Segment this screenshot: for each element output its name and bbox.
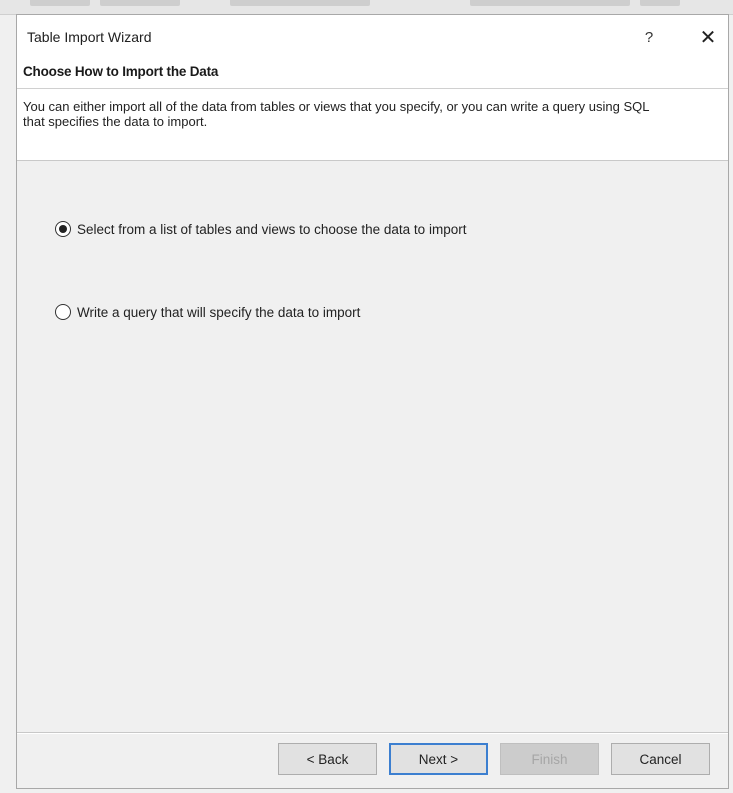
option-label[interactable]: Write a query that will specify the data… xyxy=(77,305,360,320)
finish-button: Finish xyxy=(500,743,599,775)
page-description: You can either import all of the data fr… xyxy=(23,99,650,129)
cancel-button[interactable]: Cancel xyxy=(611,743,710,775)
back-button[interactable]: < Back xyxy=(278,743,377,775)
option-label[interactable]: Select from a list of tables and views t… xyxy=(77,222,466,237)
help-icon[interactable]: ? xyxy=(637,26,661,50)
next-button[interactable]: Next > xyxy=(389,743,488,775)
radio-select-from-list[interactable] xyxy=(55,221,71,237)
window-title: Table Import Wizard xyxy=(27,29,152,45)
footer-divider xyxy=(17,732,728,734)
close-icon[interactable]: ✕ xyxy=(693,25,723,51)
radio-write-query[interactable] xyxy=(55,304,71,320)
option-write-query[interactable]: Write a query that will specify the data… xyxy=(55,304,360,320)
page-title: Choose How to Import the Data xyxy=(23,64,219,79)
title-bar: Table Import Wizard ? ✕ xyxy=(17,15,728,59)
wizard-header: Choose How to Import the Data You can ei… xyxy=(17,59,728,161)
table-import-wizard-dialog: Table Import Wizard ? ✕ Choose How to Im… xyxy=(16,14,729,789)
option-select-from-list[interactable]: Select from a list of tables and views t… xyxy=(55,221,466,237)
header-divider xyxy=(17,88,728,89)
background-window-strip xyxy=(0,0,733,15)
